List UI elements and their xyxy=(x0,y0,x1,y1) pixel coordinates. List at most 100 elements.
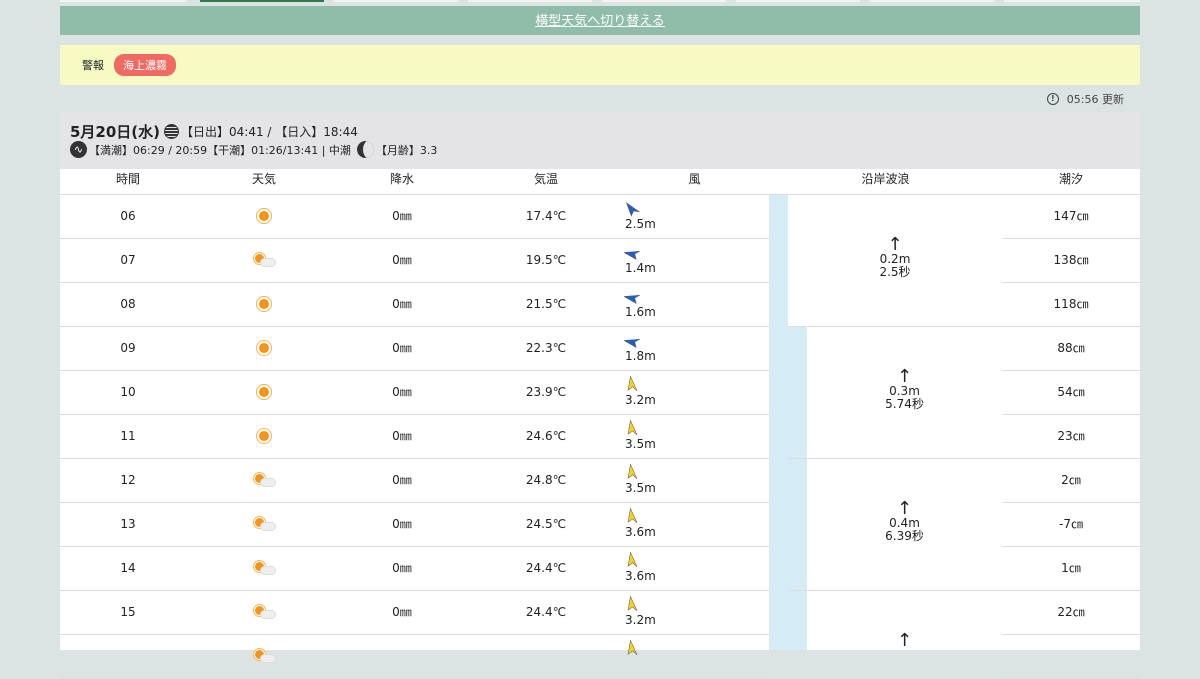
wave-period: 6.39秒 xyxy=(885,529,924,543)
tide-cell: 54㎝ xyxy=(1057,385,1085,399)
col-header-wave: 沿岸波浪 xyxy=(861,172,910,186)
wave-period: 5.74秒 xyxy=(885,397,924,411)
sunny-icon xyxy=(259,210,269,221)
tide-cell: 118㎝ xyxy=(1053,297,1089,311)
weather-cell xyxy=(196,371,332,415)
hour-cell xyxy=(60,635,196,679)
temp-cell: 21.5℃ xyxy=(525,297,567,311)
wind-cell: 1.8m xyxy=(620,327,770,371)
tide-cell: 22㎝ xyxy=(1057,605,1085,619)
wind-arrow-icon xyxy=(627,596,638,611)
hour-cell: 12 xyxy=(120,473,136,487)
tide-cell: 1㎝ xyxy=(1061,561,1081,575)
tab-active[interactable] xyxy=(200,0,324,2)
sunny-icon xyxy=(259,298,269,309)
tab[interactable] xyxy=(1004,0,1140,2)
warning-label: 警報 xyxy=(82,59,104,72)
wind-cell: 3.6m xyxy=(620,503,770,547)
col-header-temp: 気温 xyxy=(533,172,558,186)
tide-cell: 88㎝ xyxy=(1057,341,1085,355)
tide-cell xyxy=(1002,635,1140,679)
wind-speed: 1.6m xyxy=(625,305,656,319)
tide-icon: ∿ xyxy=(70,141,87,158)
wave-strip xyxy=(769,326,807,458)
wave-strip xyxy=(769,458,807,590)
precip-cell: 0㎜ xyxy=(392,473,412,487)
hour-cell: 15 xyxy=(120,605,136,619)
weather-cell xyxy=(196,591,332,635)
col-header-wind: 風 xyxy=(688,172,701,186)
precip-cell: 0㎜ xyxy=(392,209,412,223)
wind-arrow-icon xyxy=(624,338,640,348)
weather-cell xyxy=(196,415,332,459)
tide-cell: 23㎝ xyxy=(1057,429,1085,443)
tab[interactable] xyxy=(60,0,186,2)
tab[interactable] xyxy=(602,0,726,2)
warning-badge[interactable]: 海上濃霧 xyxy=(114,54,176,76)
wind-arrow-icon xyxy=(627,464,638,479)
wind-cell: 3.2m xyxy=(620,591,770,635)
hour-cell: 10 xyxy=(120,385,136,399)
wind-speed: 3.6m xyxy=(625,525,656,539)
wind-speed: 2.5m xyxy=(625,217,656,231)
wave-divider xyxy=(788,458,1002,459)
temp-cell: 23.9℃ xyxy=(525,385,567,399)
wind-cell: 3.5m xyxy=(620,415,770,459)
precip-cell: 0㎜ xyxy=(392,517,412,531)
partly-cloudy-icon xyxy=(253,473,276,487)
wave-arrow-icon: ↑ xyxy=(896,630,913,651)
temp-cell: 24.8℃ xyxy=(525,473,567,487)
wave-arrow-icon: ↑ xyxy=(896,498,913,519)
sunrise-icon xyxy=(164,124,180,139)
wind-speed: 3.5m xyxy=(625,481,656,495)
temp-cell: 19.5℃ xyxy=(525,253,567,267)
wave-strip xyxy=(769,195,788,326)
info-icon[interactable]: ! xyxy=(1046,93,1059,105)
wave-arrow-icon: ↑ xyxy=(887,234,903,255)
wind-speed: 1.4m xyxy=(625,261,656,275)
weather-cell xyxy=(196,283,332,327)
tab[interactable] xyxy=(736,0,860,2)
temp-cell: 24.4℃ xyxy=(525,561,567,575)
hour-cell: 06 xyxy=(120,209,136,223)
tab[interactable] xyxy=(468,0,592,2)
tide-cell: 138㎝ xyxy=(1053,253,1089,267)
partly-cloudy-icon xyxy=(253,561,276,575)
tab[interactable] xyxy=(334,0,458,2)
wind-speed: 1.8m xyxy=(625,349,656,363)
date-label: 5月20日(水) xyxy=(70,123,161,141)
wind-arrow-icon xyxy=(627,640,638,655)
tide-cell: 147㎝ xyxy=(1053,209,1089,223)
table-header: 時間 天気 降水 気温 風 沿岸波浪 潮汐 xyxy=(60,169,1140,195)
wind-arrow-icon xyxy=(627,376,638,391)
forecast-table: 時間 天気 降水 気温 風 沿岸波浪 潮汐 06 0㎜ 17.4℃ 2.5m 147㎝ 0… xyxy=(60,169,1140,679)
wave-cell: ↑ 0.4m 6.39秒 xyxy=(807,459,1002,590)
day-header: 5月20日(水) 【日出】04:41 / 【日入】18:44 ∿ 【満潮】06:… xyxy=(60,112,1140,169)
temp-cell xyxy=(472,635,620,679)
wind-cell: 1.4m xyxy=(620,239,770,283)
temp-cell: 24.5℃ xyxy=(525,517,567,531)
hour-cell: 07 xyxy=(120,253,136,267)
wave-strip xyxy=(769,590,807,650)
weather-cell xyxy=(196,635,332,679)
wind-arrow-icon xyxy=(624,294,640,304)
weather-cell xyxy=(196,503,332,547)
temp-cell: 24.4℃ xyxy=(525,605,567,619)
precip-cell: 0㎜ xyxy=(392,341,412,355)
sun-times: 【日出】04:41 / 【日入】18:44 xyxy=(181,125,358,139)
hour-cell: 09 xyxy=(120,341,136,355)
partly-cloudy-icon xyxy=(253,605,276,619)
hour-cell: 14 xyxy=(120,561,136,575)
switch-horizontal-link[interactable]: 横型天気へ切り替える xyxy=(535,14,665,29)
precip-cell: 0㎜ xyxy=(392,297,412,311)
wind-arrow-icon xyxy=(624,250,640,260)
wind-cell: 1.6m xyxy=(620,283,770,327)
tide-cell: -7㎝ xyxy=(1059,517,1083,531)
wind-cell: 3.6m xyxy=(620,547,770,591)
precip-cell: 0㎜ xyxy=(392,429,412,443)
tab[interactable] xyxy=(870,0,994,2)
weather-cell xyxy=(196,195,332,239)
wind-arrow-icon xyxy=(625,202,640,217)
precip-cell: 0㎜ xyxy=(392,561,412,575)
partly-cloudy-icon xyxy=(253,253,276,267)
